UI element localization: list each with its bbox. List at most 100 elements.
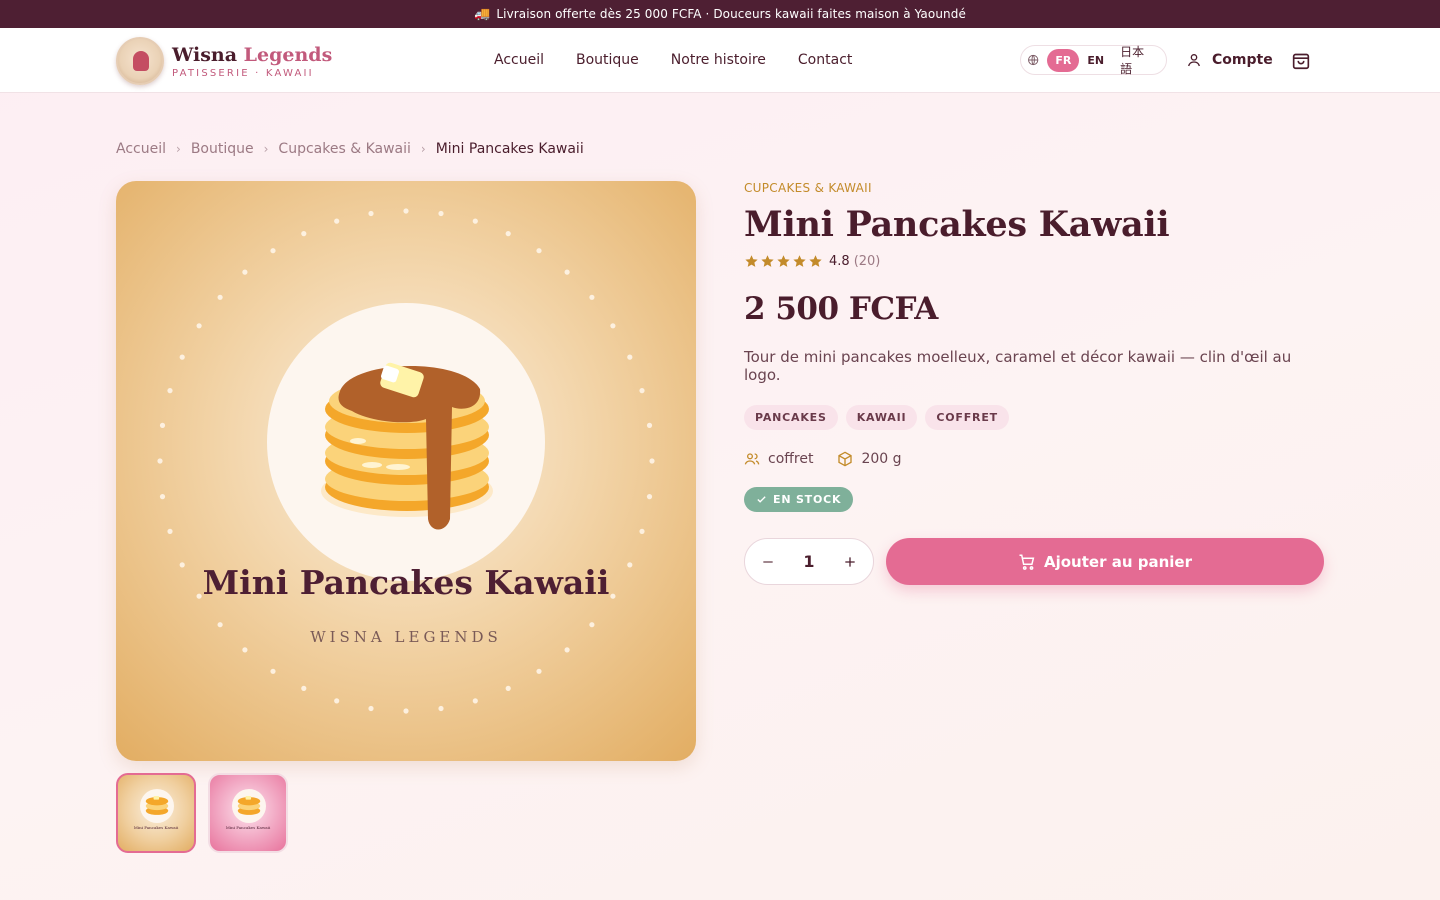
- stock-label: EN STOCK: [773, 493, 842, 506]
- serving-label: coffret: [768, 451, 814, 467]
- ring-dot: [438, 210, 444, 217]
- ring-dot: [179, 354, 185, 360]
- thumbnail-caption: Mini Pancakes Kawaii: [133, 825, 179, 830]
- product-category[interactable]: CUPCAKES & KAWAII: [744, 181, 1324, 195]
- ring-dot: [368, 210, 374, 217]
- ring-dot: [270, 668, 276, 674]
- announcement-bar: 🚚 Livraison offerte dès 25 000 FCFA · Do…: [0, 0, 1440, 28]
- pancake-stack-icon: [321, 362, 493, 530]
- ring-dot: [472, 218, 478, 224]
- ring-dot: [270, 248, 276, 254]
- ring-dot: [649, 458, 655, 464]
- product-price: 2 500 FCFA: [744, 291, 938, 327]
- check-icon: [757, 496, 766, 503]
- add-to-cart-label: Ajouter au panier: [1044, 552, 1192, 571]
- ring-dot: [536, 248, 542, 254]
- ring-dot: [217, 622, 223, 628]
- minus-icon[interactable]: [759, 553, 777, 571]
- ring-dot: [639, 388, 645, 394]
- ring-dot: [403, 208, 409, 214]
- rating-stars: [744, 254, 823, 269]
- image-brand: WISNA LEGENDS: [310, 628, 502, 646]
- nav-contact[interactable]: Contact: [798, 52, 852, 68]
- chevron-right-icon: ›: [420, 142, 426, 156]
- logo[interactable]: Wisna Legends PATISSERIE · KAWAII: [116, 37, 332, 85]
- account-label: Compte: [1212, 52, 1273, 68]
- ring-dot: [301, 685, 307, 691]
- main-nav: Accueil Boutique Notre histoire Contact: [494, 28, 852, 92]
- plus-icon[interactable]: [841, 553, 859, 571]
- globe-icon: [1028, 54, 1039, 66]
- product-rating: 4.8 (20): [744, 254, 1324, 269]
- weight-label: 200 g: [861, 451, 902, 467]
- ring-dot: [438, 705, 444, 712]
- purchase-controls: 1 Ajouter au panier: [744, 538, 1324, 585]
- account-link[interactable]: Compte: [1186, 28, 1273, 92]
- add-to-cart-button[interactable]: Ajouter au panier: [886, 538, 1324, 585]
- star-icon: [809, 255, 822, 267]
- lang-ja[interactable]: 日本語: [1112, 38, 1160, 82]
- site-header: Wisna Legends PATISSERIE · KAWAII Accuei…: [0, 28, 1440, 93]
- ring-dot: [505, 231, 511, 237]
- truck-icon: 🚚: [474, 6, 491, 22]
- breadcrumb-accueil[interactable]: Accueil: [116, 141, 166, 157]
- cart-icon: [1019, 554, 1035, 570]
- product-info: CUPCAKES & KAWAII Mini Pancakes Kawaii 4…: [744, 181, 1324, 585]
- ring-dot: [242, 647, 248, 653]
- weight-info: 200 g: [837, 451, 902, 467]
- nav-notre-histoire[interactable]: Notre histoire: [671, 52, 766, 68]
- ring-dot: [564, 647, 570, 653]
- product-tags: PANCAKES KAWAII COFFRET: [744, 405, 1324, 430]
- product-main-image[interactable]: Mini Pancakes Kawaii WISNA LEGENDS: [116, 181, 696, 761]
- ring-dot: [589, 294, 595, 300]
- ring-dot: [334, 218, 340, 224]
- nav-boutique[interactable]: Boutique: [576, 52, 639, 68]
- pancake-stack-icon: [145, 796, 169, 815]
- ring-dot: [167, 388, 173, 394]
- package-icon: [838, 451, 853, 467]
- ring-dot: [157, 458, 163, 464]
- serving-info: coffret: [744, 451, 813, 467]
- ring-dot: [159, 494, 166, 500]
- shopping-bag-icon[interactable]: [1290, 49, 1312, 71]
- lang-fr[interactable]: FR: [1047, 48, 1080, 72]
- tag-coffret: COFFRET: [925, 405, 1009, 430]
- lang-en[interactable]: EN: [1079, 49, 1112, 72]
- brand-name: Wisna Legends: [172, 43, 333, 66]
- breadcrumb-current: Mini Pancakes Kawaii: [435, 141, 584, 157]
- thumbnail-1[interactable]: Mini Pancakes Kawaii: [116, 773, 196, 853]
- product-title: Mini Pancakes Kawaii: [744, 204, 1170, 245]
- breadcrumb-category[interactable]: Cupcakes & Kawaii: [278, 141, 410, 157]
- star-icon: [793, 255, 806, 267]
- ring-dot: [505, 685, 511, 691]
- breadcrumb: Accueil › Boutique › Cupcakes & Kawaii ›…: [116, 141, 584, 157]
- users-icon: [744, 453, 760, 465]
- product-description: Tour de mini pancakes moelleux, caramel …: [744, 348, 1292, 384]
- breadcrumb-boutique[interactable]: Boutique: [191, 141, 254, 157]
- announcement-text: Livraison offerte dès 25 000 FCFA · Douc…: [496, 7, 966, 21]
- star-icon: [777, 255, 790, 267]
- quantity-value[interactable]: 1: [803, 552, 814, 571]
- ring-dot: [627, 354, 633, 360]
- quantity-stepper: 1: [744, 538, 874, 585]
- ring-dot: [242, 269, 248, 275]
- star-icon: [761, 255, 774, 267]
- thumbnail-2[interactable]: Mini Pancakes Kawaii: [208, 773, 288, 853]
- product-meta: coffret 200 g: [744, 451, 1324, 467]
- ring-dot: [403, 708, 409, 714]
- chevron-right-icon: ›: [263, 142, 269, 156]
- ring-dot: [167, 528, 173, 534]
- ring-dot: [472, 698, 478, 704]
- nav-accueil[interactable]: Accueil: [494, 52, 544, 68]
- thumbnail-list: Mini Pancakes Kawaii Mini Pancakes Kawai…: [116, 773, 288, 853]
- ring-dot: [301, 231, 307, 237]
- ring-dot: [646, 494, 653, 500]
- thumbnail-caption: Mini Pancakes Kawaii: [225, 825, 271, 830]
- star-icon: [745, 255, 758, 267]
- chevron-right-icon: ›: [176, 142, 181, 156]
- review-count[interactable]: (20): [854, 254, 881, 269]
- pancake-stack-icon: [237, 796, 261, 815]
- language-switcher: FR EN 日本語: [1020, 45, 1167, 76]
- stock-badge: EN STOCK: [744, 487, 854, 512]
- ring-dot: [536, 668, 542, 674]
